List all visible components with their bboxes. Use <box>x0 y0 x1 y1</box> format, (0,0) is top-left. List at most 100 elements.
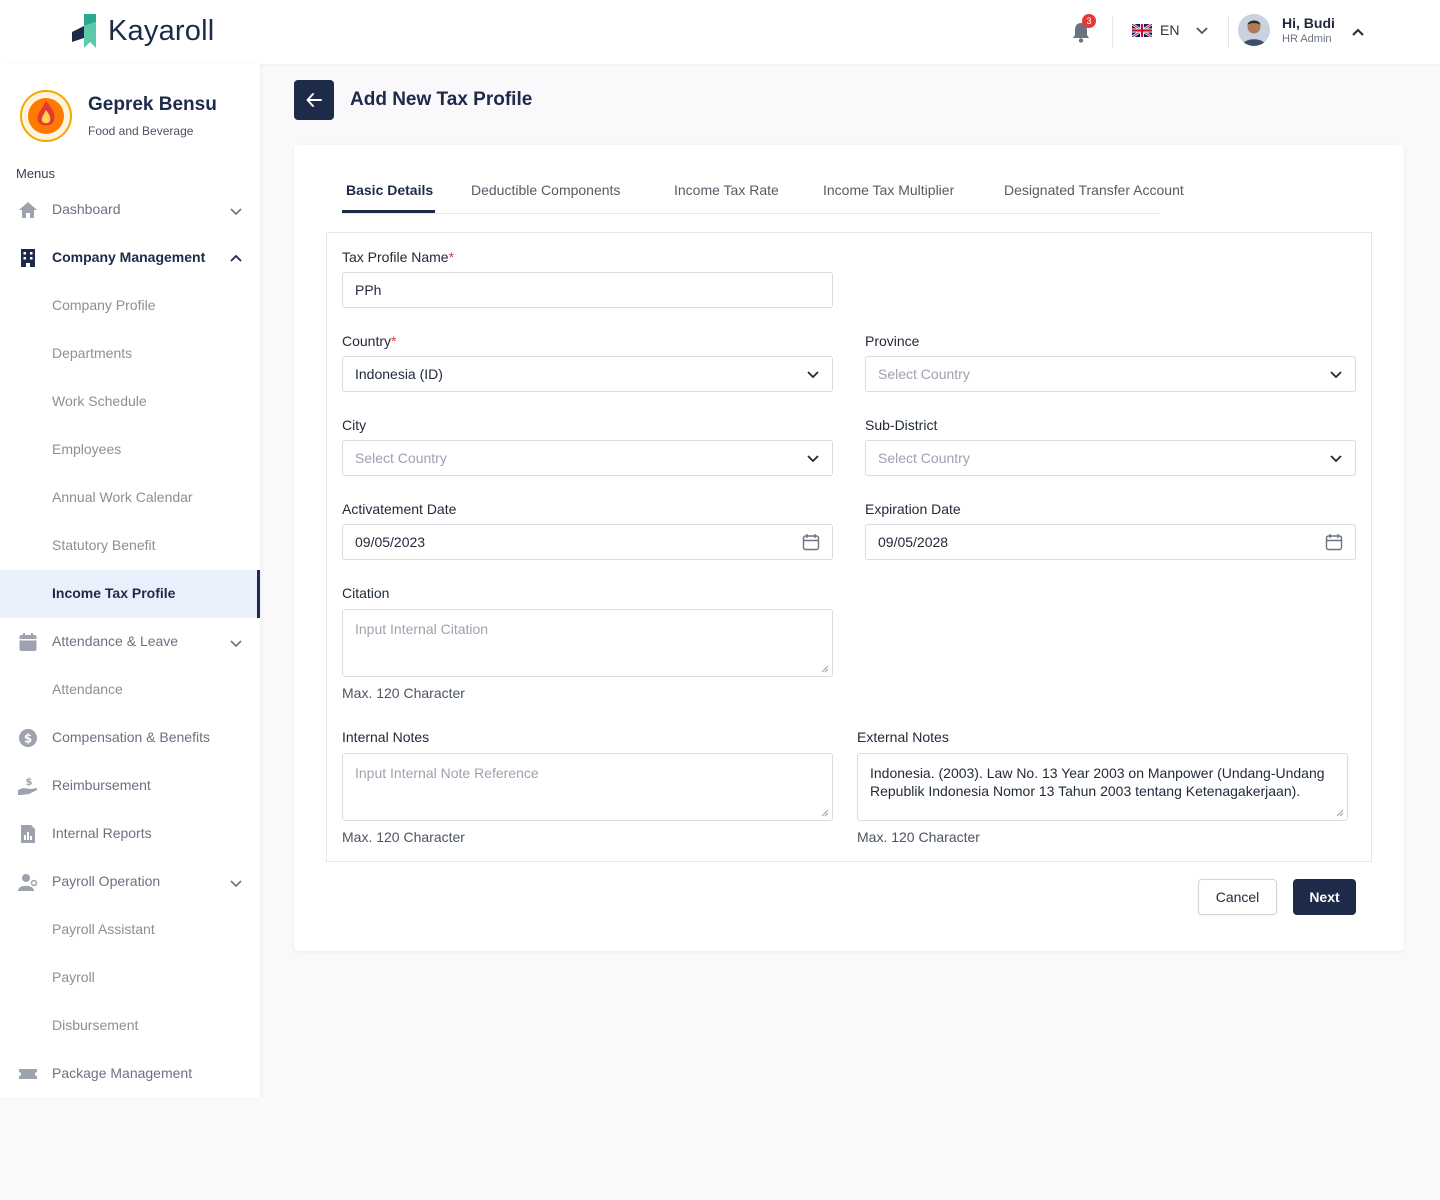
sidebar-item-label: Attendance & Leave <box>52 633 179 649</box>
external-notes-textarea[interactable]: Indonesia. (2003). Law No. 13 Year 2003 … <box>857 753 1348 821</box>
tab-basic-details[interactable]: Basic Details <box>346 182 433 198</box>
user-gear-icon <box>18 874 38 891</box>
sidebar-item-statutory-benefit[interactable]: Statutory Benefit <box>0 522 260 570</box>
tab-income-tax-multiplier[interactable]: Income Tax Multiplier <box>823 182 954 198</box>
sidebar-item-label: Payroll <box>52 969 95 985</box>
sidebar-item-label: Attendance <box>52 681 123 697</box>
chevron-down-icon <box>230 880 242 888</box>
user-role: HR Admin <box>1282 33 1332 45</box>
report-icon <box>21 825 35 843</box>
sidebar-item-label: Company Profile <box>52 297 156 313</box>
sidebar-item-label: Payroll Operation <box>52 873 161 889</box>
app-logo[interactable]: Kayaroll <box>70 12 214 50</box>
sidebar-item-reimbursement[interactable]: $ Reimbursement <box>0 762 260 810</box>
sidebar-item-income-tax-profile[interactable]: Income Tax Profile <box>0 570 260 618</box>
tab-deductible-components[interactable]: Deductible Components <box>471 182 620 198</box>
chevron-up-icon <box>230 254 242 262</box>
calendar-icon[interactable] <box>1325 533 1343 551</box>
sidebar-item-employees[interactable]: Employees <box>0 426 260 474</box>
company-name: Geprek Bensu <box>88 94 217 115</box>
company-card[interactable]: Geprek Bensu Food and Beverage <box>20 90 217 142</box>
sidebar-item-label: Compensation & Benefits <box>52 729 210 745</box>
notification-badge: 3 <box>1082 14 1096 28</box>
expiration-date-label: Expiration Date <box>865 501 961 517</box>
external-notes-hint: Max. 120 Character <box>857 829 980 845</box>
country-label: Country* <box>342 333 397 349</box>
sidebar-item-package-management[interactable]: Package Management <box>0 1050 260 1098</box>
calendar-icon[interactable] <box>802 533 820 551</box>
chevron-down-icon <box>230 208 242 216</box>
back-button[interactable] <box>294 80 334 120</box>
sidebar-item-payroll[interactable]: Payroll <box>0 954 260 1002</box>
company-logo-icon <box>28 98 64 134</box>
chevron-down-icon <box>230 640 242 648</box>
sidebar-item-internal-reports[interactable]: Internal Reports <box>0 810 260 858</box>
sidebar-item-label: Company Management <box>52 249 206 265</box>
cancel-button[interactable]: Cancel <box>1198 879 1277 915</box>
activation-date-input[interactable]: 09/05/2023 <box>342 524 833 560</box>
language-label: EN <box>1160 22 1180 38</box>
citation-textarea[interactable]: Input Internal Citation <box>342 609 833 677</box>
uk-flag-icon <box>1132 23 1152 37</box>
expiration-date-input[interactable]: 09/05/2028 <box>865 524 1356 560</box>
sidebar-item-payroll-assistant[interactable]: Payroll Assistant <box>0 906 260 954</box>
internal-notes-textarea[interactable]: Input Internal Note Reference <box>342 753 833 821</box>
sidebar-item-company-profile[interactable]: Company Profile <box>0 282 260 330</box>
calendar-icon <box>19 633 37 651</box>
sidebar-item-company-management[interactable]: Company Management <box>0 234 260 282</box>
sidebar-item-label: Departments <box>52 345 133 361</box>
sidebar-item-label: Dashboard <box>52 201 121 217</box>
resize-handle-icon[interactable] <box>1336 809 1344 817</box>
arrow-left-icon <box>306 93 322 107</box>
sidebar-item-attendance[interactable]: Attendance <box>0 666 260 714</box>
ticket-icon <box>19 1069 37 1079</box>
sidebar-item-dashboard[interactable]: Dashboard <box>0 186 260 234</box>
top-bar: Kayaroll 3 EN Hi, Budi HR Admin <box>0 0 1440 64</box>
sidebar-item-payroll-operation[interactable]: Payroll Operation <box>0 858 260 906</box>
sidebar-item-annual-work-calendar[interactable]: Annual Work Calendar <box>0 474 260 522</box>
city-select[interactable]: Select Country <box>342 440 833 476</box>
company-category: Food and Beverage <box>88 124 194 138</box>
tax-profile-name-label: Tax Profile Name* <box>342 249 455 265</box>
app-name: Kayaroll <box>108 14 215 47</box>
divider <box>1112 16 1113 48</box>
user-greeting: Hi, Budi <box>1282 15 1335 31</box>
chevron-down-icon <box>807 371 819 379</box>
internal-notes-hint: Max. 120 Character <box>342 829 465 845</box>
svg-text:$: $ <box>24 732 32 746</box>
language-selector[interactable]: EN <box>1132 22 1209 38</box>
internal-notes-label: Internal Notes <box>342 729 430 745</box>
resize-handle-icon[interactable] <box>821 809 829 817</box>
sidebar-item-compensation-benefits[interactable]: $ Compensation & Benefits <box>0 714 260 762</box>
kayaroll-logo-icon <box>72 14 96 48</box>
sidebar-item-label: Employees <box>52 441 122 457</box>
sidebar-item-work-schedule[interactable]: Work Schedule <box>0 378 260 426</box>
company-logo <box>20 90 72 142</box>
tab-income-tax-rate[interactable]: Income Tax Rate <box>674 182 779 198</box>
required-mark: * <box>448 249 455 265</box>
menus-label: Menus <box>16 166 56 181</box>
chevron-up-icon[interactable] <box>1350 24 1366 40</box>
citation-label: Citation <box>342 585 390 601</box>
sub-district-label: Sub-District <box>865 417 938 433</box>
svg-text:$: $ <box>26 777 33 788</box>
resize-handle-icon[interactable] <box>821 665 829 673</box>
sidebar-item-label: Internal Reports <box>52 825 152 841</box>
sidebar-item-departments[interactable]: Departments <box>0 330 260 378</box>
tax-profile-name-input[interactable]: PPh <box>342 272 833 308</box>
sidebar-item-disbursement[interactable]: Disbursement <box>0 1002 260 1050</box>
sidebar-item-label: Annual Work Calendar <box>52 489 193 505</box>
building-icon <box>21 249 35 267</box>
page-title: Add New Tax Profile <box>350 89 533 110</box>
tab-designated-transfer-account[interactable]: Designated Transfer Account <box>1004 182 1184 198</box>
sub-district-select[interactable]: Select Country <box>865 440 1356 476</box>
next-button[interactable]: Next <box>1293 879 1356 915</box>
sidebar-item-label: Disbursement <box>52 1017 139 1033</box>
sidebar: Geprek Bensu Food and Beverage Menus Das… <box>0 64 260 1098</box>
chevron-down-icon <box>1330 455 1342 463</box>
country-select[interactable]: Indonesia (ID) <box>342 356 833 392</box>
hand-money-icon: $ <box>18 777 37 795</box>
province-select[interactable]: Select Country <box>865 356 1356 392</box>
user-menu[interactable]: Hi, Budi HR Admin <box>1238 14 1335 46</box>
sidebar-item-attendance-leave[interactable]: Attendance & Leave <box>0 618 260 666</box>
